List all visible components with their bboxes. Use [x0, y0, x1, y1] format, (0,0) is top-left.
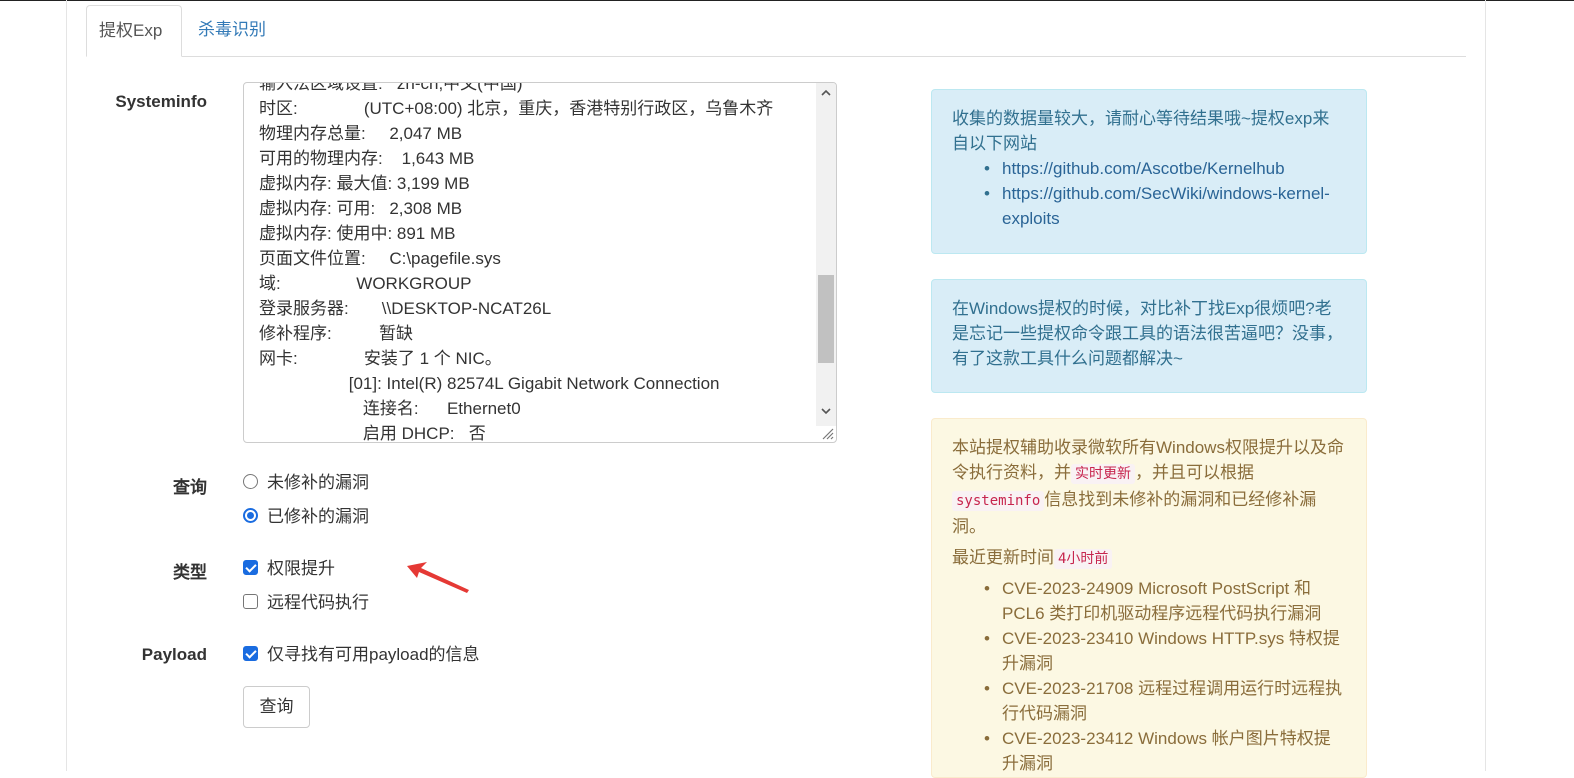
list-item: CVE-2023-23412 Windows 帐户图片特权提升漏洞 — [982, 726, 1346, 776]
systeminfo-line: 连接名: Ethernet0 — [259, 399, 521, 418]
systeminfo-line: 虚拟内存: 可用: 2,308 MB — [259, 199, 463, 218]
warning-description: 本站提权辅助收录微软所有Windows权限提升以及命令执行资料，并 实时更新 ，并且… — [952, 438, 1344, 536]
systeminfo-line: 启用 DHCP: 否 — [259, 424, 486, 443]
checkbox-privilege-escalation[interactable] — [243, 560, 258, 576]
info-intro-text: 在Windows提权的时候，对比补丁找Exp很烦吧?老是忘记一些提权命令跟工具的… — [952, 299, 1343, 368]
systeminfo-line: 登录服务器: \\DESKTOP-NCAT26L — [259, 299, 552, 318]
type-option-privilege[interactable]: 权限提升 — [243, 557, 335, 581]
systeminfo-line: 物理内存总量: 2,047 MB — [259, 124, 463, 143]
systeminfo-code: systeminfo — [952, 491, 1045, 511]
info-alert-intro: 在Windows提权的时候，对比补丁找Exp很烦吧?老是忘记一些提权命令跟工具的… — [931, 279, 1367, 393]
sources-list: https://github.com/Ascotbe/Kernelhub htt… — [952, 156, 1346, 231]
main-container: 提权Exp 杀毒识别 Systeminfo 输入法区域设置: zh-cn;中文(… — [66, 0, 1486, 778]
systeminfo-line: 域: WORKGROUP — [259, 274, 472, 293]
systeminfo-line: 网卡: 安装了 1 个 NIC。 — [259, 349, 502, 368]
systeminfo-line: [01]: Intel(R) 82574L Gigabit Network Co… — [259, 374, 720, 393]
query-option-patched[interactable]: 已修补的漏洞 — [243, 505, 369, 529]
list-item[interactable]: https://github.com/Ascotbe/Kernelhub — [982, 156, 1346, 181]
checkbox-remote-code-exec[interactable] — [243, 594, 258, 610]
tab-bar: 提权Exp 杀毒识别 — [86, 5, 1466, 57]
cve-list: CVE-2023-24909 Microsoft PostScript 和 PC… — [952, 576, 1346, 776]
info-sources-text: 收集的数据量较大，请耐心等待结果哦~提权exp来自以下网站 — [952, 109, 1330, 153]
scroll-down-icon[interactable] — [820, 405, 832, 417]
realtime-update-code: 实时更新 — [1071, 464, 1135, 484]
checkbox-payload-only[interactable] — [243, 646, 258, 662]
systeminfo-line: 输入法区域设置: zh-cn;中文(中国) — [259, 82, 523, 93]
systeminfo-line: 可用的物理内存: 1,643 MB — [259, 149, 475, 168]
list-item: CVE-2023-24909 Microsoft PostScript 和 PC… — [982, 576, 1346, 626]
radio-unpatched[interactable] — [243, 474, 258, 490]
last-updated-value: 4小时前 — [1054, 549, 1113, 569]
warning-alert-updates: 本站提权辅助收录微软所有Windows权限提升以及命令执行资料，并 实时更新 ，并且… — [931, 418, 1367, 778]
type-label: 类型 — [173, 563, 207, 582]
type-option-rce[interactable]: 远程代码执行 — [243, 591, 369, 615]
windows-kernel-exploits-link[interactable]: https://github.com/SecWiki/windows-kerne… — [1002, 184, 1330, 228]
info-alert-sources: 收集的数据量较大，请耐心等待结果哦~提权exp来自以下网站 https://gi… — [931, 89, 1367, 254]
list-item: CVE-2023-23410 Windows HTTP.sys 特权提升漏洞 — [982, 626, 1346, 676]
resize-grip-icon[interactable] — [820, 426, 834, 440]
payload-option[interactable]: 仅寻找有可用payload的信息 — [243, 643, 480, 667]
list-item[interactable]: https://github.com/SecWiki/windows-kerne… — [982, 181, 1346, 231]
kernelhub-link[interactable]: https://github.com/Ascotbe/Kernelhub — [1002, 159, 1285, 178]
query-label: 查询 — [173, 478, 207, 497]
last-updated: 最近更新时间 4小时前 — [952, 545, 1346, 572]
query-option-unpatched[interactable]: 未修补的漏洞 — [243, 471, 369, 495]
tab-antivirus-detect[interactable]: 杀毒识别 — [186, 5, 278, 57]
tab-privilege-exp[interactable]: 提权Exp — [86, 5, 182, 57]
systeminfo-label: Systeminfo — [115, 92, 207, 111]
systeminfo-content: 输入法区域设置: zh-cn;中文(中国) 时区: (UTC+08:00) 北京，… — [259, 82, 809, 443]
systeminfo-line: 虚拟内存: 使用中: 891 MB — [259, 224, 456, 243]
query-submit-button[interactable]: 查询 — [243, 686, 310, 728]
systeminfo-line: 页面文件位置: C:\pagefile.sys — [259, 249, 501, 268]
payload-label: Payload — [141, 645, 207, 664]
systeminfo-line: 虚拟内存: 最大值: 3,199 MB — [259, 174, 470, 193]
scroll-thumb[interactable] — [818, 275, 834, 363]
systeminfo-line: 修补程序: 暂缺 — [259, 324, 413, 343]
scroll-up-icon[interactable] — [820, 87, 832, 99]
annotation-arrow-icon — [407, 562, 469, 593]
systeminfo-line: 时区: (UTC+08:00) 北京，重庆，香港特别行政区，乌鲁木齐 — [259, 99, 774, 118]
radio-patched[interactable] — [243, 508, 258, 524]
systeminfo-textarea[interactable]: 输入法区域设置: zh-cn;中文(中国) 时区: (UTC+08:00) 北京，… — [243, 82, 837, 443]
list-item: CVE-2023-21708 远程过程调用运行时远程执行代码漏洞 — [982, 676, 1346, 726]
textarea-scrollbar[interactable] — [816, 83, 836, 426]
